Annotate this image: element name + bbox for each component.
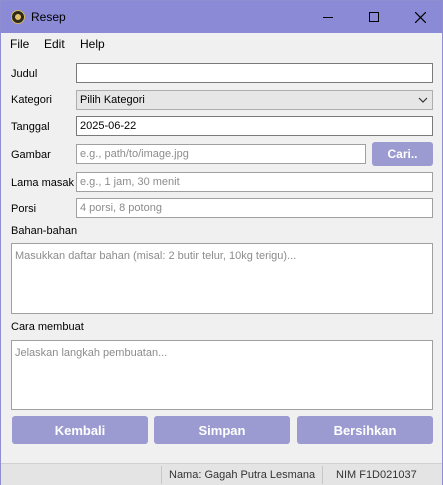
lama-masak-input[interactable]: e.g., 1 jam, 30 menit <box>76 172 433 192</box>
porsi-label: Porsi <box>11 203 37 215</box>
cara-textarea[interactable]: Jelaskan langkah pembuatan... <box>11 340 433 410</box>
close-button[interactable] <box>397 1 443 33</box>
kategori-select[interactable]: Pilih Kategori <box>76 90 433 110</box>
status-name: Nama: Gagah Putra Lesmana <box>169 469 316 481</box>
window-title: Resep <box>31 10 66 24</box>
save-button[interactable]: Simpan <box>154 416 290 444</box>
browse-image-button[interactable]: Cari.. <box>372 142 433 166</box>
gambar-input[interactable]: e.g., path/to/image.jpg <box>76 144 366 164</box>
kategori-label: Kategori <box>11 94 52 106</box>
gambar-label: Gambar <box>11 149 51 161</box>
form-area: Judul Kategori Pilih Kategori Tanggal 20… <box>1 53 442 463</box>
kategori-selected-value: Pilih Kategori <box>80 94 145 106</box>
tanggal-label: Tanggal <box>11 121 50 133</box>
lama-masak-label: Lama masak <box>11 177 74 189</box>
gambar-placeholder: e.g., path/to/image.jpg <box>80 148 189 160</box>
bahan-textarea[interactable]: Masukkan daftar bahan (misal: 2 butir te… <box>11 243 433 314</box>
cara-placeholder: Jelaskan langkah pembuatan... <box>15 347 168 359</box>
menu-bar: File Edit Help <box>1 33 442 53</box>
chevron-down-icon <box>418 97 428 103</box>
status-bar: Nama: Gagah Putra Lesmana NIM F1D021037 <box>1 463 442 485</box>
close-icon <box>414 11 426 23</box>
menu-help[interactable]: Help <box>80 37 105 51</box>
back-button[interactable]: Kembali <box>12 416 148 444</box>
porsi-input[interactable]: 4 porsi, 8 potong <box>76 198 433 218</box>
status-divider <box>322 466 323 484</box>
status-divider <box>161 466 162 484</box>
bahan-placeholder: Masukkan daftar bahan (misal: 2 butir te… <box>15 250 297 262</box>
cara-label: Cara membuat <box>11 321 84 333</box>
minimize-icon <box>323 16 333 18</box>
status-nim: NIM F1D021037 <box>336 469 417 481</box>
menu-file[interactable]: File <box>10 37 29 51</box>
judul-input[interactable] <box>76 63 433 83</box>
minimize-button[interactable] <box>305 1 351 33</box>
lama-masak-placeholder: e.g., 1 jam, 30 menit <box>80 176 180 188</box>
maximize-button[interactable] <box>351 1 397 33</box>
tanggal-input[interactable]: 2025-06-22 <box>76 116 433 136</box>
clear-button[interactable]: Bersihkan <box>297 416 433 444</box>
bahan-label: Bahan-bahan <box>11 225 78 237</box>
judul-label: Judul <box>11 68 38 80</box>
porsi-placeholder: 4 porsi, 8 potong <box>80 202 162 214</box>
maximize-icon <box>369 12 379 22</box>
app-window: Resep File Edit Help Judul Kategori Pili… <box>0 0 443 485</box>
title-bar[interactable]: Resep <box>1 1 442 33</box>
app-logo-icon <box>11 10 25 24</box>
menu-edit[interactable]: Edit <box>44 37 65 51</box>
